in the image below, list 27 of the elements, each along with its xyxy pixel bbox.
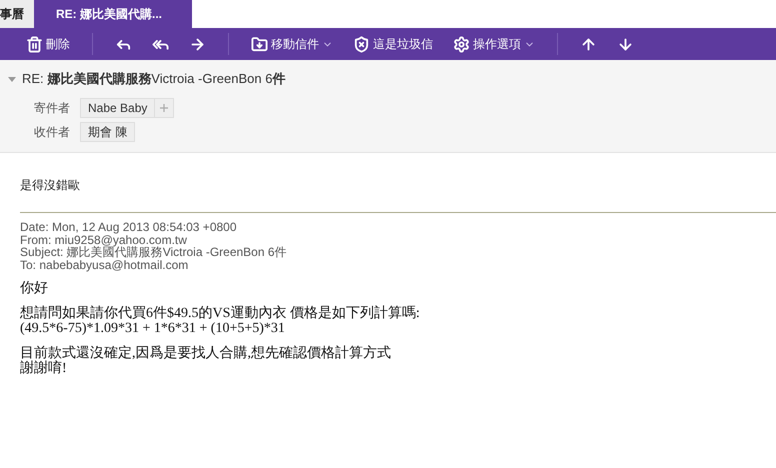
move-button[interactable]: 移動信件 — [243, 32, 341, 56]
delete-button[interactable]: 刪除 — [18, 32, 78, 56]
shield-icon — [353, 36, 370, 52]
arrow-right-icon — [189, 36, 206, 52]
message-text: 謝謝唷! — [20, 361, 68, 376]
gear-icon — [453, 36, 470, 52]
message-text: 你好 — [20, 281, 49, 296]
field-label: 寄件者 — [34, 100, 70, 116]
message-text: (49.5*6-75)*1.09*31 + 1*6*31 + (10+5+5)*31 — [20, 321, 286, 336]
contact-chip[interactable]: 期會 陳 — [80, 122, 136, 142]
tab[interactable]: 事曆 — [0, 0, 34, 28]
field-label: 收件者 — [34, 124, 70, 140]
message-subject: RE: 娜比美國代購服務Victroia -GreenBon 6件 — [22, 70, 286, 88]
tab[interactable]: RE: 娜比美國代購... — [34, 0, 192, 28]
quoted-header-line: From: miu9258@yahoo.com.tw — [20, 234, 188, 246]
message-text: 想請問如果請你代買6件$49.5的VS運動內衣 價格是如下列計算嗎: — [20, 306, 421, 321]
quoted-header-line: Date: Mon, 12 Aug 2013 08:54:03 +0800 — [20, 221, 238, 234]
spam-button[interactable]: 這是垃圾信 — [345, 32, 441, 56]
options-button[interactable]: 操作選項 — [445, 32, 543, 56]
reply-text: 是得沒錯歐 — [20, 177, 81, 194]
quoted-header-line: Subject: 娜比美國代購服務Victroia -GreenBon 6件 — [20, 246, 288, 258]
collapse-icon[interactable] — [8, 76, 16, 82]
folder-icon — [251, 36, 268, 52]
trash-icon — [26, 36, 43, 52]
message-text: 目前款式還沒確定,因爲是要找人合購,想先確認價格計算方式 — [20, 346, 392, 361]
quoted-header-line: To: nabebabyusa@hotmail.com — [20, 258, 190, 271]
contact-chip[interactable]: Nabe Baby — [80, 98, 174, 118]
